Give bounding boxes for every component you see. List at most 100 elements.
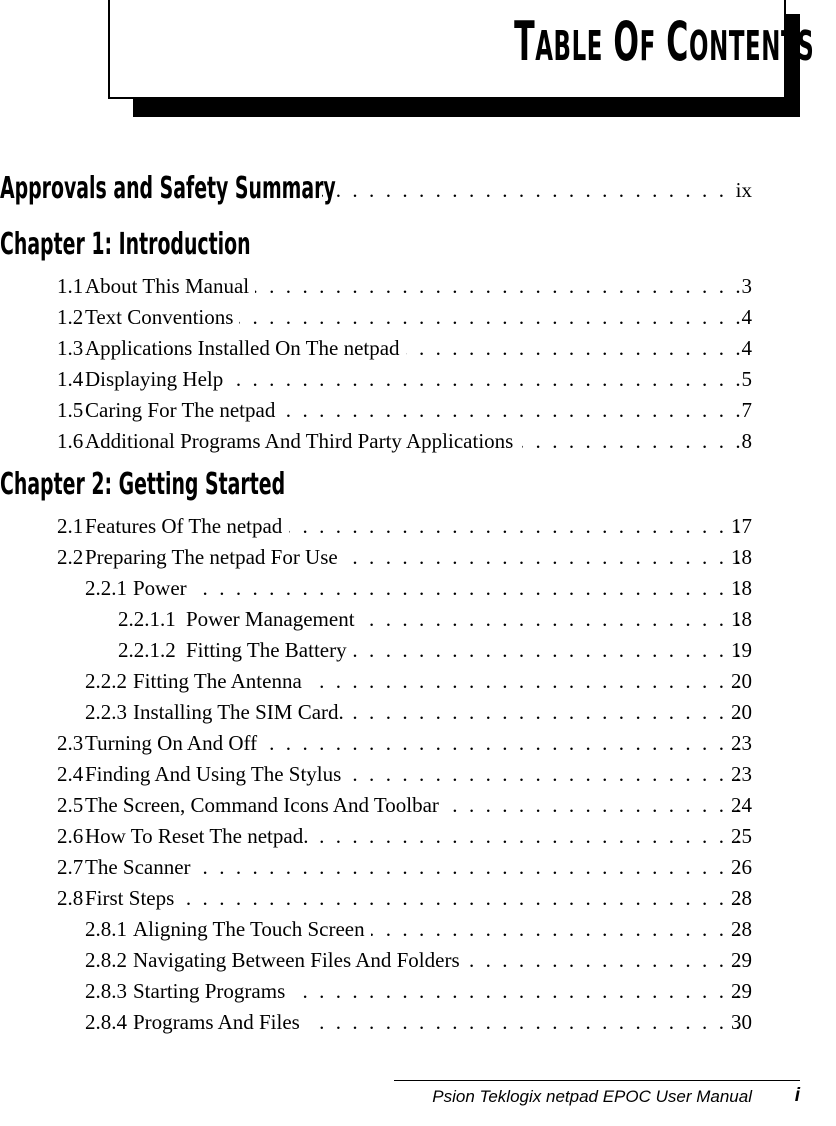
toc-page-number: ix (731, 176, 752, 204)
toc-entry-number: 2.8.1 (85, 917, 127, 941)
title-smallcaps: ONTENTS (688, 22, 814, 70)
toc-entry-title: Additional Programs And Third Party Appl… (85, 429, 514, 453)
toc-page-number: 20 (731, 669, 752, 693)
footer-manual-title: Psion Teklogix netpad EPOC User Manual (432, 1087, 752, 1106)
toc-entry[interactable]: ........................................… (0, 698, 836, 729)
toc-entry-number: 2.7 (57, 855, 84, 879)
toc-page-number: 25 (731, 824, 752, 848)
toc-entry[interactable]: ........................................… (0, 946, 836, 977)
title-cap-letter: T (513, 10, 535, 73)
toc-page-number: 7 (741, 398, 753, 422)
toc-entry-title: Finding And Using The Stylus (85, 762, 342, 786)
toc-entry[interactable]: ........................................… (0, 822, 836, 853)
toc-entry-number: 2.2.1.2 (118, 638, 176, 662)
toc-entry-number: 2.2.2 (85, 669, 127, 693)
toc-page-number: 23 (731, 762, 752, 786)
table-of-contents: Approvals and Safety Summary............… (0, 172, 836, 1039)
toc-entry-title: Text Conventions (85, 305, 234, 329)
toc-entry-title: Displaying Help (85, 367, 224, 391)
toc-entry-number: 2.8.2 (85, 948, 127, 972)
toc-entry-number: 2.8 (57, 886, 84, 910)
toc-entry[interactable]: ........................................… (0, 636, 836, 667)
toc-chapter-heading[interactable]: Chapter 2: Getting Started (0, 468, 836, 512)
toc-entry-number: 2.4 (57, 762, 84, 786)
toc-entry-title: Starting Programs (133, 979, 286, 1003)
toc-entry[interactable]: ........................................… (0, 272, 836, 303)
title-smallcaps: F (639, 22, 656, 70)
toc-page-number: 28 (731, 917, 752, 941)
toc-chapter-heading[interactable]: Chapter 1: Introduction (0, 228, 836, 272)
toc-entry[interactable]: ........................................… (0, 334, 836, 365)
toc-entry[interactable]: ........................................… (0, 543, 836, 574)
toc-entry-number: 1.5 (57, 398, 84, 422)
toc-entry-title: Navigating Between Files And Folders (133, 948, 460, 972)
toc-entry-title: Applications Installed On The netpad (85, 336, 400, 360)
toc-entry[interactable]: ........................................… (0, 427, 836, 458)
footer-divider (394, 1080, 800, 1081)
toc-entry-title: Fitting The Antenna (133, 669, 302, 693)
toc-page-number: 8 (741, 429, 753, 453)
toc-entry[interactable]: ........................................… (0, 365, 836, 396)
toc-entry-title: Caring For The netpad (85, 398, 276, 422)
title-space (603, 22, 613, 70)
toc-entry[interactable]: ........................................… (0, 605, 836, 636)
toc-entry-number: 2.2.3 (85, 700, 127, 724)
toc-page-number: 28 (731, 886, 752, 910)
toc-entry[interactable]: ........................................… (0, 303, 836, 334)
toc-entry[interactable]: ........................................… (0, 853, 836, 884)
toc-entry-label: Approvals and Safety Summary (0, 171, 336, 206)
toc-entry-title: Power Management (186, 607, 355, 631)
toc-page-number: 24 (731, 793, 752, 817)
toc-entry-number: 2.8.4 (85, 1010, 127, 1034)
toc-page-number: 5 (741, 367, 753, 391)
toc-entry[interactable]: ........................................… (0, 760, 836, 791)
toc-entry-number: 2.5 (57, 793, 84, 817)
toc-page-number: 18 (731, 545, 752, 569)
toc-entry[interactable]: ........................................… (0, 791, 836, 822)
page-footer: Psion Teklogix netpad EPOC User Manual i (84, 1080, 800, 1114)
toc-entry-number: 1.3 (57, 336, 84, 360)
toc-entry-title: About This Manual (85, 274, 250, 298)
toc-page-number: 29 (731, 948, 752, 972)
title-cap-letter: C (665, 10, 689, 73)
toc-entry[interactable]: ........................................… (0, 884, 836, 915)
toc-entry[interactable]: ........................................… (0, 729, 836, 760)
toc-entry-title: How To Reset The netpad. (85, 824, 309, 848)
toc-entry-number: 2.6 (57, 824, 84, 848)
toc-page-number: 3 (741, 274, 753, 298)
toc-page-number: 18 (731, 607, 752, 631)
page-header-banner: TABLE OF CONTENTS (0, 0, 836, 125)
toc-entry-number: 2.8.3 (85, 979, 127, 1003)
toc-entry-number: 2.1 (57, 514, 84, 538)
toc-entry[interactable]: ........................................… (0, 396, 836, 427)
toc-entry-number: 1.2 (57, 305, 84, 329)
page-title: TABLE OF CONTENTS (514, 8, 814, 80)
toc-entry-title: The Scanner (85, 855, 191, 879)
toc-entry-title: The Screen, Command Icons And Toolbar (85, 793, 439, 817)
toc-entry-number: 2.2.1.1 (118, 607, 176, 631)
toc-entry-title: Programs And Files (133, 1010, 300, 1034)
toc-entry[interactable]: ........................................… (0, 574, 836, 605)
toc-entry[interactable]: ........................................… (0, 977, 836, 1008)
toc-entry-number: 1.6 (57, 429, 84, 453)
toc-entry[interactable]: ........................................… (0, 915, 836, 946)
footer-page-number: i (794, 1085, 800, 1106)
toc-entry-number: 2.2 (57, 545, 84, 569)
toc-entry[interactable]: ........................................… (0, 512, 836, 543)
toc-entry-title: First Steps (85, 886, 175, 910)
toc-entry-number: 2.2.1 (85, 576, 127, 600)
toc-entry-title: Installing The SIM Card. (133, 700, 344, 724)
toc-chapter-label: Chapter 1: Introduction (0, 227, 251, 262)
toc-chapter-label: Chapter 2: Getting Started (0, 467, 286, 502)
toc-entry-title: Turning On And Off (85, 731, 258, 755)
toc-entry[interactable]: ........................................… (0, 1008, 836, 1039)
toc-entry-number: 1.4 (57, 367, 84, 391)
toc-page-number: 17 (731, 514, 752, 538)
toc-page-number: 30 (731, 1010, 752, 1034)
toc-page-number: 4 (741, 336, 753, 360)
toc-entry[interactable]: ........................................… (0, 667, 836, 698)
toc-entry-number: 1.1 (57, 274, 84, 298)
toc-entry-approvals[interactable]: Approvals and Safety Summary............… (0, 172, 836, 218)
toc-page-number: 19 (731, 638, 752, 662)
toc-page-number: 18 (731, 576, 752, 600)
